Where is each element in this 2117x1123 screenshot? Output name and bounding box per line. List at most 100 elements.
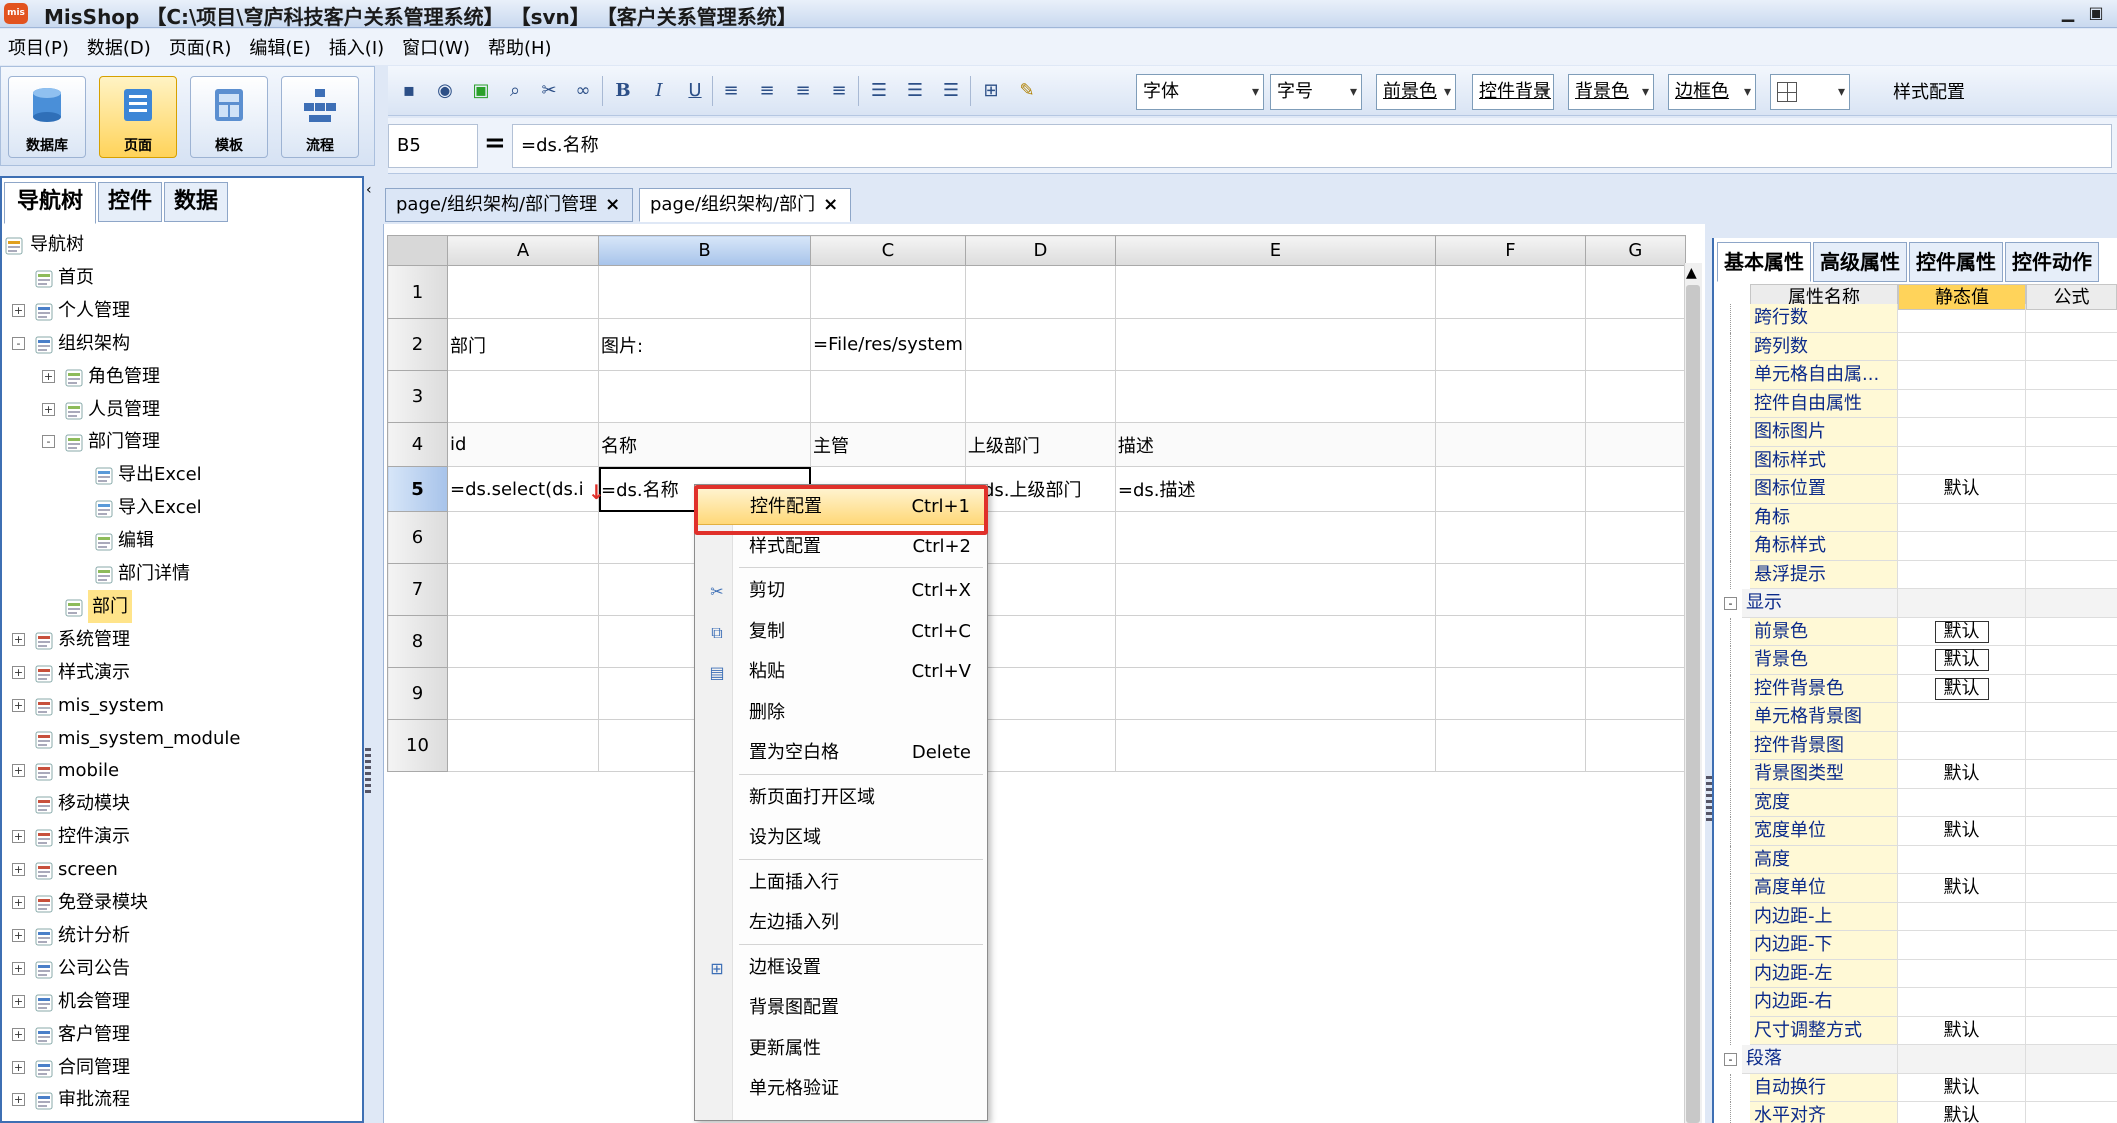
cell-a10[interactable]	[447, 719, 599, 772]
cell-a8[interactable]	[447, 615, 599, 668]
cell-f3[interactable]	[1434, 370, 1586, 423]
cell-e5[interactable]: =ds.描述	[1114, 466, 1436, 512]
cell-d4[interactable]: 上级部门	[964, 422, 1116, 467]
tree-item-首页[interactable]: 首页	[4, 261, 360, 294]
property-row[interactable]: 前景色 默认	[1720, 617, 2117, 646]
tree-item-机会管理[interactable]: + 机会管理	[4, 985, 360, 1018]
collapse-icon[interactable]: -	[1724, 1053, 1737, 1066]
preview-icon[interactable]: ◉	[432, 78, 458, 104]
cell-e6[interactable]	[1114, 511, 1436, 564]
property-formula[interactable]	[2026, 931, 2117, 960]
menu-编辑-e-[interactable]: 编辑(E)	[249, 34, 310, 60]
property-row[interactable]: 控件自由属性	[1720, 389, 2117, 418]
expand-icon[interactable]: +	[12, 863, 25, 877]
property-row[interactable]: 图标位置 默认	[1720, 475, 2117, 504]
collapse-left-icon[interactable]: ‹	[366, 182, 372, 198]
cell-f6[interactable]	[1434, 511, 1586, 564]
property-value[interactable]	[1898, 589, 2026, 618]
column-header-a[interactable]: A	[447, 235, 599, 266]
property-row[interactable]: 悬浮提示	[1720, 560, 2117, 589]
cell-f8[interactable]	[1434, 615, 1586, 668]
property-formula[interactable]	[2026, 874, 2117, 903]
tree-item-统计分析[interactable]: + 统计分析	[4, 919, 360, 952]
cell-c3[interactable]	[810, 370, 966, 423]
cell-f7[interactable]	[1434, 563, 1586, 616]
property-formula[interactable]	[2026, 789, 2117, 817]
tree-item-编辑[interactable]: 编辑	[4, 524, 360, 557]
property-value[interactable]	[1898, 988, 2026, 1017]
property-formula[interactable]	[2026, 1017, 2117, 1045]
expand-icon[interactable]: +	[12, 632, 25, 646]
property-value[interactable]: 默认	[1898, 1016, 2026, 1045]
tree-item-样式演示[interactable]: + 样式演示	[4, 656, 360, 689]
property-value[interactable]: 默认	[1898, 760, 2026, 789]
tree-item-部门详情[interactable]: 部门详情	[4, 557, 360, 590]
cell-f1[interactable]	[1434, 265, 1586, 319]
tree-item-角色管理[interactable]: + 角色管理	[4, 360, 360, 393]
tree-item-个人管理[interactable]: + 个人管理	[4, 294, 360, 327]
property-formula[interactable]	[2026, 361, 2117, 390]
property-formula[interactable]	[2026, 418, 2117, 447]
property-formula[interactable]	[2026, 589, 2117, 618]
valign-top-icon[interactable]: ☰	[866, 78, 892, 104]
cell-f10[interactable]	[1434, 719, 1586, 772]
property-value[interactable]	[1898, 902, 2026, 931]
cell-d1[interactable]	[964, 265, 1116, 319]
menu-item-上面插入行[interactable]: 上面插入行	[697, 864, 985, 902]
property-formula[interactable]	[2026, 703, 2117, 732]
cell-c1[interactable]	[810, 265, 966, 319]
cell-a9[interactable]	[447, 667, 599, 720]
column-header-e[interactable]: E	[1114, 235, 1436, 266]
property-value[interactable]: 默认	[1898, 646, 2026, 675]
row-header-9[interactable]: 9	[387, 667, 448, 720]
menu-item-新页面打开区域[interactable]: 新页面打开区域	[697, 779, 985, 817]
find-icon[interactable]: ⌕	[502, 78, 528, 104]
row-header-4[interactable]: 4	[387, 422, 448, 467]
left-splitter[interactable]	[365, 748, 371, 796]
expand-icon[interactable]: +	[12, 764, 25, 778]
align-right-icon[interactable]: ≡	[790, 78, 816, 104]
menu-item-粘贴[interactable]: ▤ 粘贴 Ctrl+V	[697, 653, 985, 691]
property-value[interactable]	[1898, 931, 2026, 960]
scroll-up-icon[interactable]: ▲	[1686, 265, 1697, 281]
menu-item-样式配置[interactable]: 样式配置 Ctrl+2	[697, 528, 985, 566]
font-select[interactable]: 字体 ▾	[1136, 74, 1264, 110]
cell-b2[interactable]: 图片:	[598, 318, 811, 371]
menu-item-左边插入列[interactable]: 左边插入列	[697, 904, 985, 942]
background-color-select[interactable]: 背景色 ▾	[1568, 74, 1654, 110]
property-formula[interactable]	[2026, 903, 2117, 931]
property-value[interactable]	[1898, 361, 2026, 390]
expand-icon[interactable]: +	[12, 830, 25, 844]
tree-item-公司公告[interactable]: + 公司公告	[4, 952, 360, 985]
cell-a6[interactable]	[447, 511, 599, 564]
tree-item-客户管理[interactable]: + 客户管理	[4, 1018, 360, 1051]
expand-icon[interactable]: +	[42, 369, 55, 383]
property-value[interactable]	[1898, 560, 2026, 589]
cell-c4[interactable]: 主管	[810, 422, 966, 467]
cell-g10[interactable]	[1584, 719, 1686, 772]
border-color-select[interactable]: 边框色 ▾	[1668, 74, 1756, 110]
property-row[interactable]: 内边距-下	[1720, 931, 2117, 960]
cell-e10[interactable]	[1114, 719, 1436, 772]
property-formula[interactable]	[2026, 646, 2117, 675]
property-row[interactable]: 内边距-左	[1720, 959, 2117, 988]
refresh-icon[interactable]: ▣	[468, 78, 494, 104]
expand-icon[interactable]: +	[12, 961, 25, 975]
cell-a2[interactable]: 部门	[447, 318, 599, 371]
row-header-6[interactable]: 6	[387, 511, 448, 564]
close-tab-icon[interactable]: ×	[605, 194, 620, 215]
menu-帮助-h-[interactable]: 帮助(H)	[488, 34, 552, 60]
column-header-b[interactable]: B	[598, 235, 811, 266]
menu-项目-p-[interactable]: 项目(P)	[8, 34, 69, 60]
menu-页面-r-[interactable]: 页面(R)	[169, 34, 232, 60]
format-painter-icon[interactable]: ✎	[1014, 78, 1040, 104]
page-module-button[interactable]: 页面	[99, 76, 177, 158]
spreadsheet-grid[interactable]: A B C D E F G 1 2 部门 图片: =File/res/system 3 4 id 名称 主管 上级…	[387, 235, 1686, 772]
cell-g7[interactable]	[1584, 563, 1686, 616]
expand-icon[interactable]: +	[12, 994, 25, 1008]
property-value[interactable]	[1898, 845, 2026, 874]
cell-e7[interactable]	[1114, 563, 1436, 616]
cell-a4[interactable]: id	[447, 422, 599, 467]
property-row[interactable]: 图标图片	[1720, 418, 2117, 447]
collapse-icon[interactable]: -	[12, 336, 25, 350]
